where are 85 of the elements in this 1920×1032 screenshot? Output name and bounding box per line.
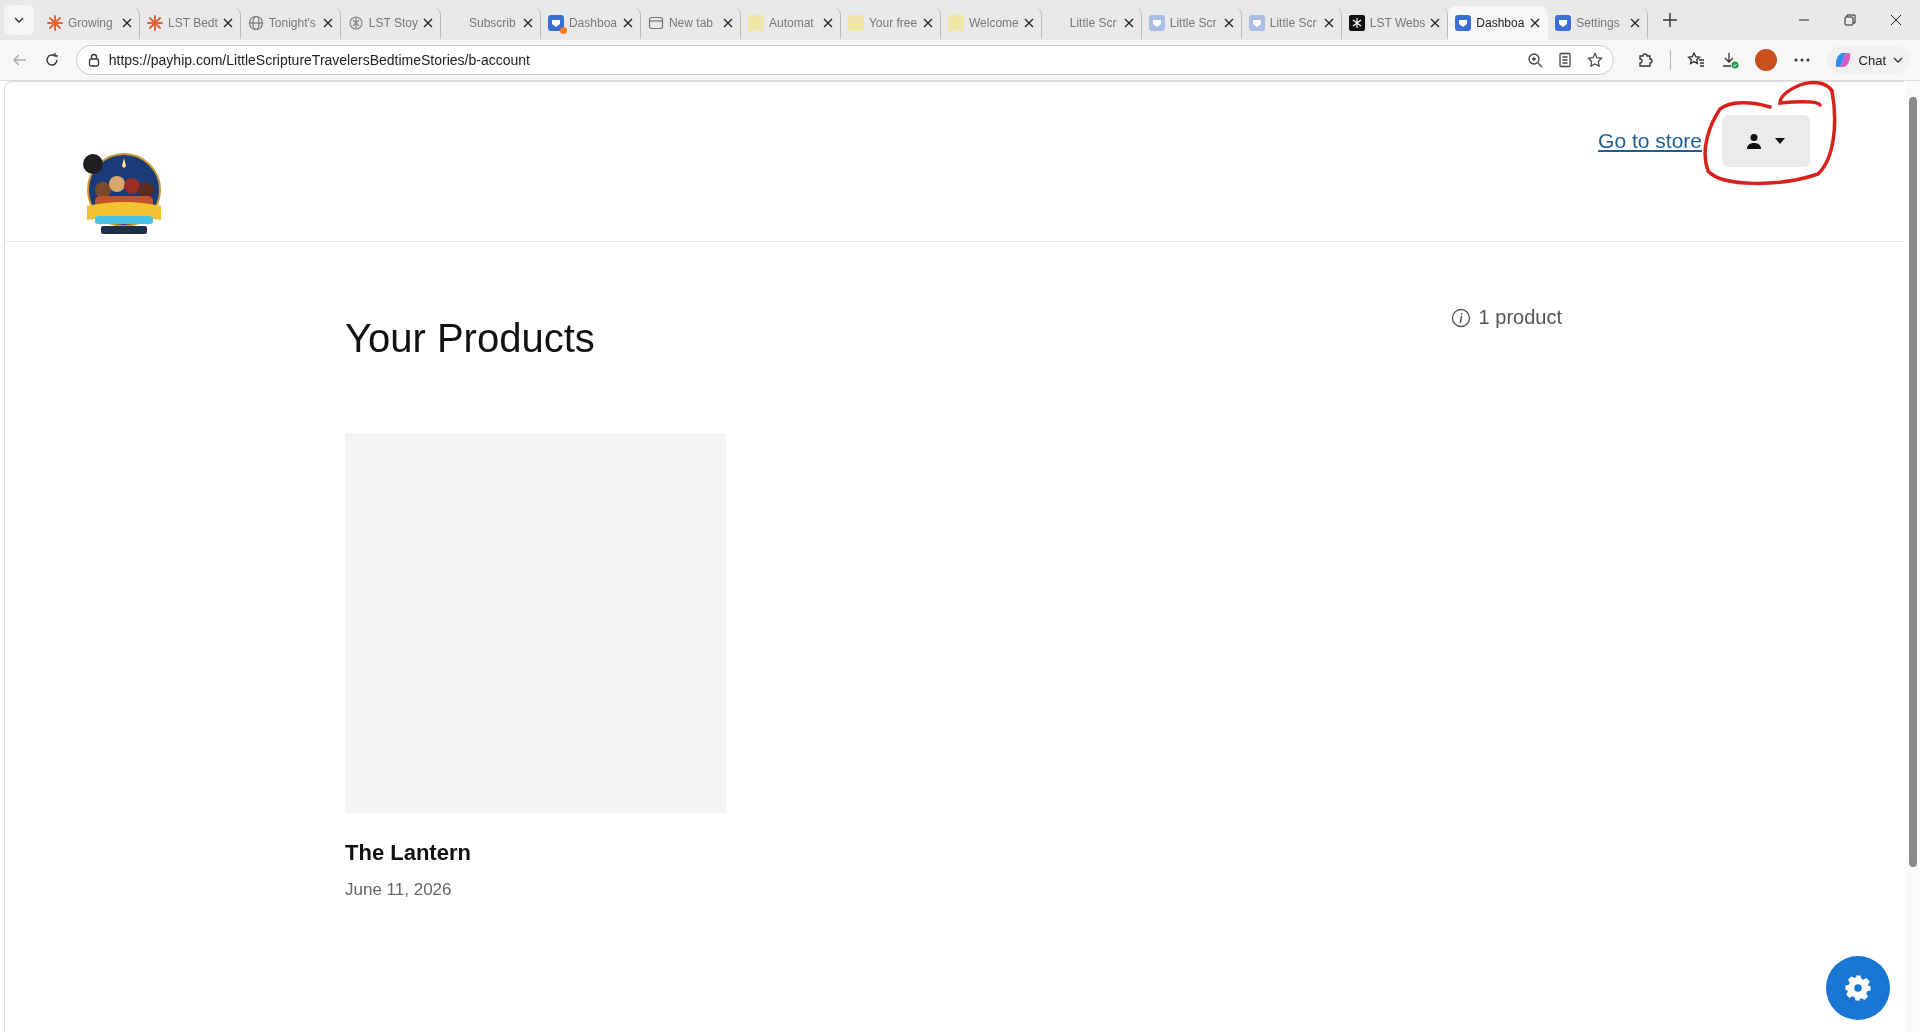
user-icon [1746, 133, 1762, 149]
browser-tab[interactable]: Little Scr [1041, 7, 1142, 39]
address-bar[interactable]: https://payhip.com/LittleScriptureTravelersBedtimeStories/b-account [75, 45, 1614, 75]
browser-tab[interactable]: LST Bedt [140, 7, 241, 39]
info-icon [1450, 307, 1471, 328]
tab-title: Automat [768, 16, 815, 30]
tab-title: LST Stoy [368, 16, 418, 30]
close-icon[interactable] [122, 18, 132, 28]
asterisk-icon [47, 15, 63, 31]
tab-title: Little Scr [1269, 16, 1318, 30]
tag-icon [547, 15, 564, 31]
browser-tab[interactable]: Growing [40, 7, 140, 39]
close-icon[interactable] [822, 18, 833, 28]
close-icon[interactable] [422, 18, 433, 28]
browser-tab[interactable]: Settings [1548, 7, 1649, 39]
close-icon[interactable] [522, 18, 533, 28]
tab-title: Subscrib [468, 16, 517, 30]
url-text: https://payhip.com/LittleScriptureTravelersBedtimeStories/b-account [108, 52, 530, 68]
tag-icon [1555, 15, 1572, 31]
tab-title: Dashboa [1476, 16, 1526, 30]
swirl-icon [347, 15, 364, 31]
product-count: 1 product [1478, 306, 1562, 329]
browser-tab[interactable]: New tab [640, 7, 741, 39]
close-icon[interactable] [1223, 18, 1234, 28]
asterisk-icon [147, 15, 163, 31]
profile-avatar-icon[interactable] [1754, 49, 1777, 71]
restore-icon[interactable] [1844, 14, 1856, 26]
tab-title: New tab [668, 16, 714, 30]
close-icon[interactable] [922, 18, 933, 28]
go-to-store-link[interactable]: Go to store [1598, 129, 1702, 153]
tab-title: Little Scr [1169, 16, 1218, 30]
tab-title: Dashboa [568, 16, 618, 30]
tab-title: Your free [868, 16, 918, 30]
tag-icon [1148, 15, 1165, 31]
close-icon[interactable] [1890, 14, 1902, 26]
browser-tab[interactable]: Subscrib [440, 7, 541, 39]
favorites-icon[interactable] [1686, 51, 1705, 69]
globe-icon [247, 15, 264, 31]
browser-tab[interactable]: Your free [840, 7, 941, 39]
download-icon[interactable] [1720, 51, 1739, 69]
tab-title: Settings [1576, 16, 1621, 30]
caret-icon [1774, 137, 1786, 145]
tab-title: LST Webs [1369, 16, 1426, 30]
tab-title: Welcome [968, 16, 1019, 30]
close-icon[interactable] [322, 18, 333, 28]
tab-title: Little Scr [1069, 16, 1118, 30]
browser-tab[interactable]: Automat [740, 7, 841, 39]
tab-title: Growing [68, 16, 114, 30]
browser-tab[interactable]: LST Webs [1341, 7, 1449, 39]
close-icon[interactable] [1630, 18, 1641, 28]
close-icon[interactable] [622, 18, 633, 28]
tab-title: Tonight's [268, 16, 317, 30]
product-title[interactable]: The Lantern [345, 840, 726, 866]
refresh-icon[interactable] [43, 52, 60, 68]
browser-tab[interactable]: LST Stoy [340, 7, 441, 39]
browser-tab[interactable]: Dashboa [540, 7, 641, 39]
tag-icon [1455, 15, 1472, 31]
tab-title: LST Bedt [168, 16, 218, 30]
page-title: Your Products [345, 316, 595, 361]
tab-list-button[interactable] [4, 5, 34, 35]
browser-tab[interactable]: Dashboa [1448, 6, 1549, 40]
close-icon[interactable] [1530, 18, 1541, 28]
lock-icon [86, 53, 101, 67]
close-icon[interactable] [722, 18, 733, 28]
close-icon[interactable] [1023, 18, 1034, 28]
account-menu-button[interactable] [1722, 115, 1810, 167]
chat-button[interactable]: Chat [1826, 46, 1910, 74]
tag-icon [1248, 15, 1265, 31]
reader-icon[interactable] [1556, 52, 1573, 68]
zoom-icon[interactable] [1526, 52, 1543, 68]
star-icon[interactable] [1586, 52, 1603, 68]
close-icon[interactable] [1430, 18, 1441, 28]
browser-tab[interactable]: Little Scr [1141, 7, 1242, 39]
settings-icon [1843, 973, 1873, 1003]
close-icon[interactable] [1323, 18, 1334, 28]
emblem-icon [1348, 15, 1365, 31]
browser-tab[interactable]: Welcome [940, 7, 1042, 39]
close-icon[interactable] [1123, 18, 1134, 28]
browser-tab[interactable]: Little Scr [1241, 7, 1342, 39]
scrollbar[interactable] [1906, 81, 1920, 1032]
browser-tab[interactable]: Tonight's [240, 7, 341, 39]
new-tab-icon [647, 15, 664, 31]
plus-icon[interactable] [1662, 12, 1679, 28]
close-icon[interactable] [222, 18, 233, 28]
product-date: June 11, 2026 [345, 880, 453, 900]
